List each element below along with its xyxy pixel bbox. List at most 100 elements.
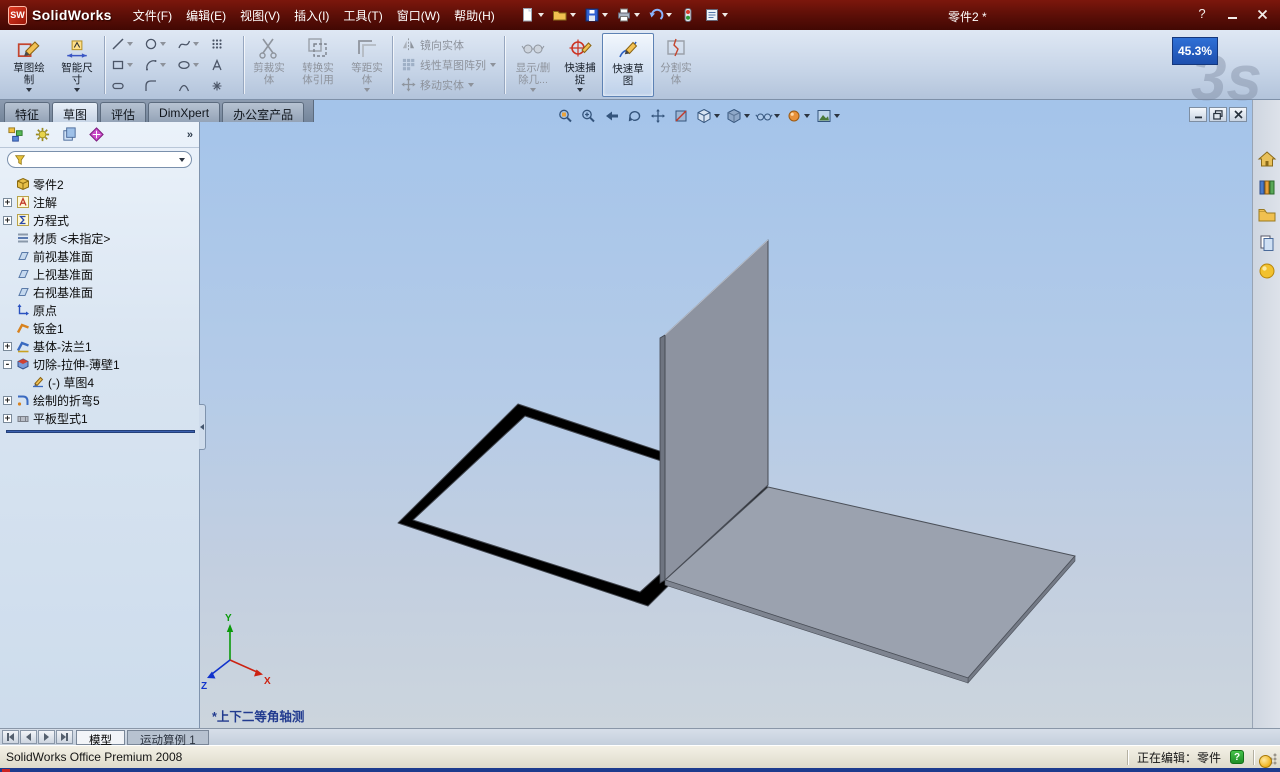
expand-toggle[interactable]: + [3, 341, 12, 351]
tree-item-base-flange[interactable]: + 基体-法兰1 [3, 337, 199, 355]
tab-office-products[interactable]: 办公室产品 [222, 102, 305, 122]
trim-entities-button[interactable]: 剪裁实 体 [247, 33, 291, 97]
tab-features[interactable]: 特征 [4, 102, 51, 122]
apply-scene-button[interactable] [814, 107, 841, 125]
save-button[interactable] [584, 7, 608, 23]
sketch-ellipse-button[interactable] [174, 54, 207, 75]
view-orientation-button[interactable] [694, 107, 721, 125]
display-delete-relations-button[interactable]: 显示/删 除几... [508, 33, 558, 97]
sketch-arc-button[interactable] [141, 54, 174, 75]
tree-item-material[interactable]: 材质 <未指定> [3, 229, 199, 247]
close-button[interactable] [1254, 6, 1270, 22]
options-button[interactable] [704, 7, 728, 23]
quick-tips-icon[interactable]: ? [1230, 750, 1244, 764]
tab-model[interactable]: 模型 [76, 729, 125, 747]
sketch-slot-button[interactable] [108, 75, 141, 96]
tab-dimxpert[interactable]: DimXpert [148, 102, 221, 122]
tree-filter-input[interactable] [30, 153, 175, 166]
tree-item-right-plane[interactable]: 右视基准面 [3, 283, 199, 301]
sketch-pattern-button[interactable] [207, 33, 240, 54]
panel-collapse-handle[interactable] [199, 404, 206, 450]
tab-scroll-last-button[interactable] [56, 730, 73, 744]
convert-entities-button[interactable]: 转换实 体引用 [291, 33, 345, 97]
minimize-button[interactable] [1224, 6, 1240, 22]
feature-manager-tab-icon[interactable] [6, 126, 24, 144]
menu-tools[interactable]: 工具(T) [336, 3, 389, 28]
solidworks-resources-button[interactable] [1256, 148, 1278, 170]
rebuild-button[interactable] [680, 7, 696, 23]
previous-view-button[interactable] [602, 107, 622, 125]
expand-toggle[interactable]: + [3, 395, 12, 405]
sketch-line-button[interactable] [108, 33, 141, 54]
configuration-manager-tab-icon[interactable] [60, 126, 78, 144]
sketch-spline-button[interactable] [174, 33, 207, 54]
offset-entities-button[interactable]: 等距实 体 [345, 33, 389, 97]
doc-minimize-button[interactable] [1189, 107, 1207, 122]
menu-edit[interactable]: 编辑(E) [179, 3, 233, 28]
sketch-fillet-button[interactable] [141, 75, 174, 96]
tree-item-annotations[interactable]: + 注解 [3, 193, 199, 211]
sketch-text-button[interactable] [207, 54, 240, 75]
tab-evaluate[interactable]: 评估 [100, 102, 147, 122]
design-library-button[interactable] [1256, 176, 1278, 198]
zoom-to-area-button[interactable] [579, 107, 599, 125]
sketch-button[interactable]: 草图绘 制 [5, 33, 53, 97]
panel-overflow-chevron[interactable]: » [187, 129, 193, 141]
tab-sketch[interactable]: 草图 [52, 102, 99, 122]
quick-snaps-button[interactable]: 快速捕 捉 [558, 33, 602, 97]
rotate-view-button[interactable] [625, 107, 645, 125]
tab-scroll-prev-button[interactable] [20, 730, 37, 744]
new-document-button[interactable] [520, 7, 544, 23]
hide-show-items-button[interactable] [754, 107, 781, 125]
tab-scroll-next-button[interactable] [38, 730, 55, 744]
section-view-button[interactable] [671, 107, 691, 125]
rollback-bar[interactable] [6, 430, 195, 433]
doc-close-button[interactable] [1229, 107, 1247, 122]
search-results-button[interactable] [1256, 232, 1278, 254]
sketch-point-button[interactable] [207, 75, 240, 96]
tree-item-sketch4[interactable]: (-) 草图4 [3, 373, 199, 391]
linear-sketch-pattern-button[interactable]: 线性草图阵列 [401, 57, 496, 73]
menu-insert[interactable]: 插入(I) [287, 3, 336, 28]
mirror-entities-button[interactable]: 镜向实体 [401, 37, 496, 53]
help-button[interactable]: ? [1194, 6, 1210, 22]
photoworks-button[interactable] [1256, 260, 1278, 282]
file-explorer-button[interactable] [1256, 204, 1278, 226]
tree-item-equations[interactable]: + 方程式 [3, 211, 199, 229]
menu-file[interactable]: 文件(F) [126, 3, 179, 28]
property-manager-tab-icon[interactable] [33, 126, 51, 144]
tree-item-front-plane[interactable]: 前视基准面 [3, 247, 199, 265]
print-button[interactable] [616, 7, 640, 23]
expand-toggle[interactable]: + [3, 413, 12, 423]
dimxpert-manager-tab-icon[interactable] [87, 126, 105, 144]
zoom-to-fit-button[interactable] [556, 107, 576, 125]
tree-item-cut-extrude-thin[interactable]: - 切除-拉伸-薄壁1 [3, 355, 199, 373]
expand-toggle[interactable]: + [3, 215, 12, 225]
graphics-viewport[interactable]: Y X Z *上下二等角轴测 [200, 100, 1252, 728]
edit-appearance-button[interactable] [784, 107, 811, 125]
tree-item-flat-pattern[interactable]: + 平板型式1 [3, 409, 199, 427]
menu-window[interactable]: 窗口(W) [390, 3, 447, 28]
tab-motion-study[interactable]: 运动算例 1 [127, 729, 209, 747]
rapid-sketch-button[interactable]: 快速草 图 [602, 32, 654, 97]
model-canvas[interactable]: Y X Z [200, 100, 1252, 728]
split-entities-button[interactable]: 分割实 体 [654, 33, 698, 97]
menu-help[interactable]: 帮助(H) [447, 3, 502, 28]
tab-scroll-first-button[interactable] [2, 730, 19, 744]
tree-item-origin[interactable]: 原点 [3, 301, 199, 319]
tree-item-sketched-bend[interactable]: + 绘制的折弯5 [3, 391, 199, 409]
open-document-button[interactable] [552, 7, 576, 23]
sketch-parabola-button[interactable] [174, 75, 207, 96]
pan-button[interactable] [648, 107, 668, 125]
doc-restore-button[interactable] [1209, 107, 1227, 122]
tree-item-part-root[interactable]: 零件2 [3, 175, 199, 193]
menu-view[interactable]: 视图(V) [233, 3, 287, 28]
sketch-circle-button[interactable] [141, 33, 174, 54]
move-entities-button[interactable]: 移动实体 [401, 77, 496, 93]
undo-button[interactable] [648, 7, 672, 23]
tree-item-top-plane[interactable]: 上视基准面 [3, 265, 199, 283]
smart-dimension-button[interactable]: 智能尺 寸 [53, 33, 101, 97]
tree-item-sheet-metal[interactable]: 钣金1 [3, 319, 199, 337]
sketch-rectangle-button[interactable] [108, 54, 141, 75]
expand-toggle[interactable]: + [3, 197, 12, 207]
